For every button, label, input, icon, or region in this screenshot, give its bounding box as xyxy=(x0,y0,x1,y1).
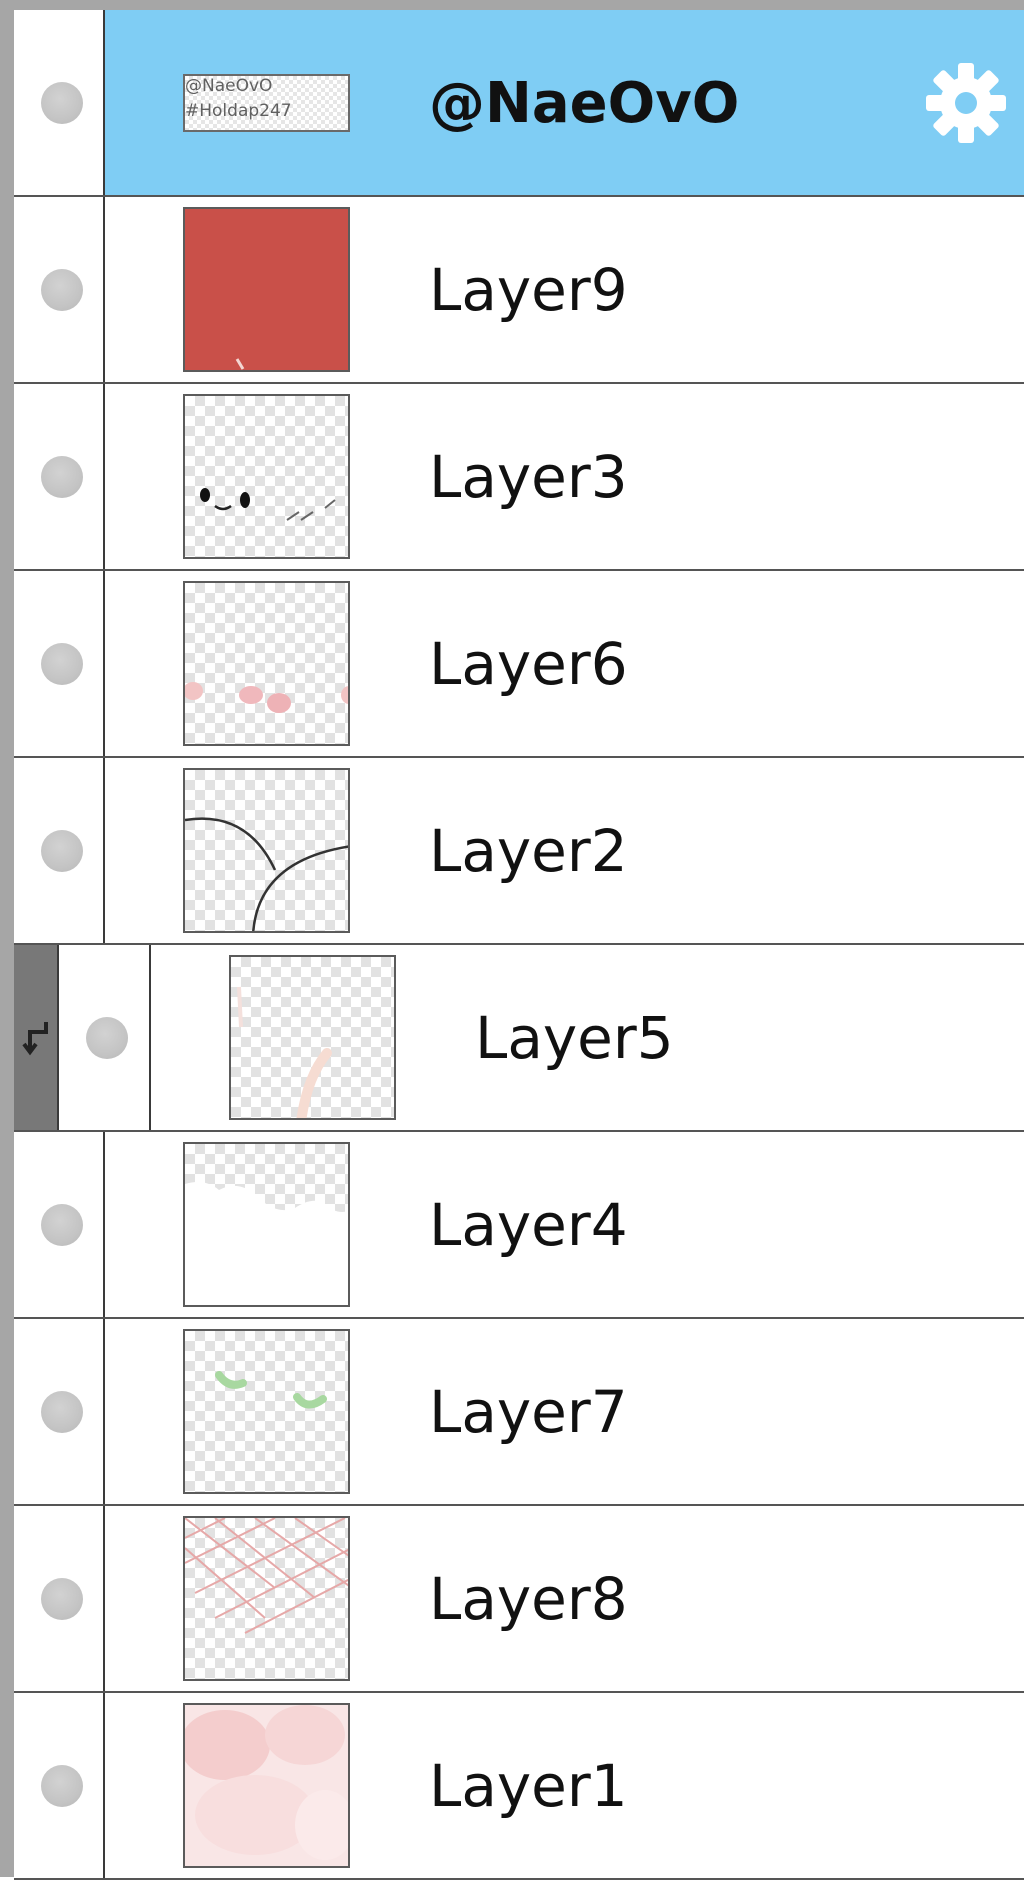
thumbnail-art xyxy=(185,1705,348,1860)
thumbnail-art xyxy=(185,1518,348,1634)
layer-thumbnail xyxy=(183,581,350,746)
layers-panel: @NaeOvO #Holdap247 @NaeOvO Layer9 Layer3… xyxy=(0,0,1024,1880)
layer-row-naeovo[interactable]: @NaeOvO #Holdap247 @NaeOvO xyxy=(14,10,1024,197)
layer-select-area[interactable]: Layer5 xyxy=(151,945,1024,1130)
layer-select-area[interactable]: Layer1 xyxy=(105,1693,1024,1878)
visibility-dot-icon xyxy=(41,1390,83,1433)
layer-row[interactable]: Layer8 xyxy=(14,1506,1024,1693)
visibility-dot-icon xyxy=(86,1016,128,1059)
layer-name: Layer2 xyxy=(429,817,628,885)
visibility-toggle[interactable] xyxy=(14,571,105,756)
visibility-toggle[interactable] xyxy=(14,1319,105,1504)
layer-thumbnail xyxy=(183,1516,350,1681)
layer-thumbnail xyxy=(183,207,350,372)
layer-thumbnail xyxy=(183,768,350,933)
visibility-dot-icon xyxy=(41,1577,83,1620)
layer-thumbnail xyxy=(183,394,350,559)
visibility-toggle[interactable] xyxy=(14,758,105,943)
visibility-toggle[interactable] xyxy=(14,1132,105,1317)
visibility-dot-icon xyxy=(41,1203,83,1246)
layer-select-area[interactable]: Layer2 xyxy=(105,758,1024,943)
visibility-toggle[interactable] xyxy=(14,197,105,382)
layer-row-clipped[interactable]: Layer5 xyxy=(14,945,1024,1132)
layer-row[interactable]: Layer7 xyxy=(14,1319,1024,1506)
thumbnail-art xyxy=(235,358,245,370)
layer-select-area[interactable]: Layer9 xyxy=(105,197,1024,382)
thumbnail-art xyxy=(237,986,332,1118)
visibility-toggle[interactable] xyxy=(59,945,151,1130)
layer-row[interactable]: Layer1 xyxy=(14,1693,1024,1880)
layer-row[interactable]: Layer9 xyxy=(14,197,1024,384)
layer-settings-button[interactable] xyxy=(922,59,1010,147)
visibility-toggle[interactable] xyxy=(14,384,105,569)
layer-name: Layer4 xyxy=(429,1191,628,1259)
layer-select-area[interactable]: @NaeOvO #Holdap247 @NaeOvO xyxy=(105,10,1024,195)
thumbnail-art xyxy=(185,682,348,713)
clip-arrow-icon xyxy=(22,1021,48,1055)
layer-thumbnail: @NaeOvO #Holdap247 xyxy=(183,74,350,132)
layer-thumbnail xyxy=(183,1703,350,1868)
visibility-toggle[interactable] xyxy=(14,1506,105,1691)
layer-row[interactable]: Layer3 xyxy=(14,384,1024,571)
gear-icon xyxy=(926,62,1006,143)
layer-name: Layer5 xyxy=(475,1004,674,1072)
thumbnail-text-line: @NaeOvO xyxy=(185,78,273,95)
layer-name: Layer8 xyxy=(429,1565,628,1633)
layer-name: Layer1 xyxy=(429,1752,628,1820)
layer-row[interactable]: Layer2 xyxy=(14,758,1024,945)
layer-thumbnail xyxy=(183,1329,350,1494)
visibility-dot-icon xyxy=(41,1764,83,1807)
thumbnail-text-line: #Holdap247 xyxy=(185,103,292,120)
visibility-toggle[interactable] xyxy=(14,10,105,195)
layer-select-area[interactable]: Layer6 xyxy=(105,571,1024,756)
layer-thumbnail xyxy=(229,955,396,1120)
layer-row[interactable]: Layer4 xyxy=(14,1132,1024,1319)
thumbnail-art xyxy=(185,1182,348,1305)
layer-name: @NaeOvO xyxy=(429,71,740,136)
layer-name: Layer9 xyxy=(429,256,628,324)
thumbnail-art xyxy=(200,488,336,521)
layer-select-area[interactable]: Layer4 xyxy=(105,1132,1024,1317)
thumbnail-art xyxy=(215,1371,327,1409)
visibility-dot-icon xyxy=(41,268,83,311)
layer-select-area[interactable]: Layer8 xyxy=(105,1506,1024,1691)
layer-name: Layer6 xyxy=(429,630,628,698)
thumbnail-art xyxy=(185,817,348,931)
layer-row[interactable]: Layer6 xyxy=(14,571,1024,758)
visibility-dot-icon xyxy=(41,81,83,124)
layer-select-area[interactable]: Layer7 xyxy=(105,1319,1024,1504)
clipping-indicator xyxy=(14,945,59,1130)
layer-name: Layer7 xyxy=(429,1378,628,1446)
visibility-dot-icon xyxy=(41,455,83,498)
layer-thumbnail xyxy=(183,1142,350,1307)
visibility-dot-icon xyxy=(41,642,83,685)
visibility-toggle[interactable] xyxy=(14,1693,105,1878)
layer-select-area[interactable]: Layer3 xyxy=(105,384,1024,569)
layer-name: Layer3 xyxy=(429,443,628,511)
visibility-dot-icon xyxy=(41,829,83,872)
